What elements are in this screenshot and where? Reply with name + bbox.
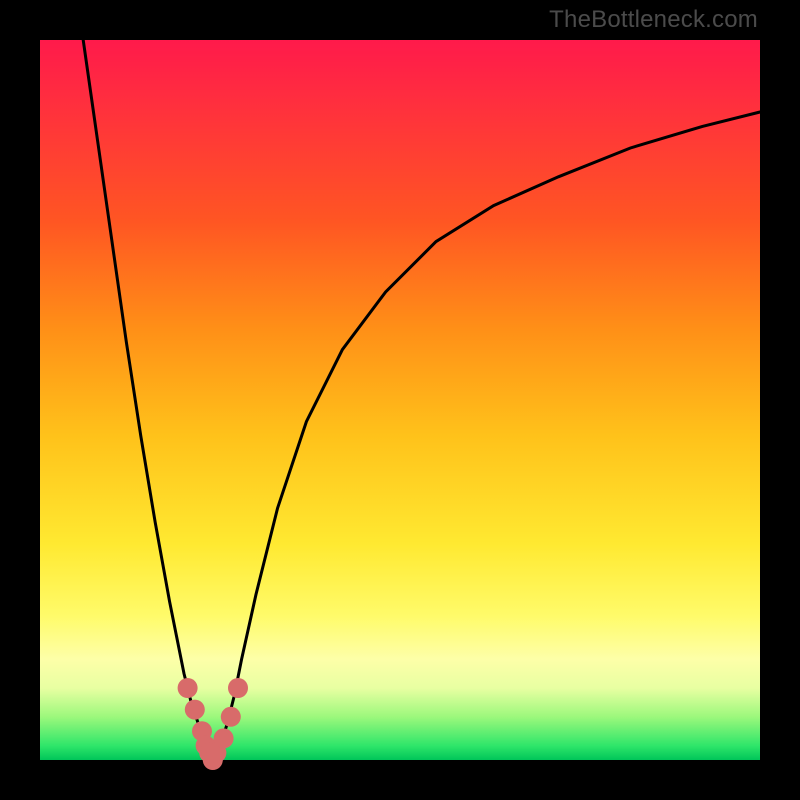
marker-dot [214,728,234,748]
curve-right [213,112,760,760]
plot-area [40,40,760,760]
marker-dot [185,700,205,720]
outer-frame: TheBottleneck.com [0,0,800,800]
marker-dot [221,707,241,727]
marker-dot [228,678,248,698]
watermark-text: TheBottleneck.com [549,6,758,34]
curve-layer [40,40,760,760]
marker-group [178,678,248,770]
marker-dot [178,678,198,698]
curve-left [83,40,213,760]
